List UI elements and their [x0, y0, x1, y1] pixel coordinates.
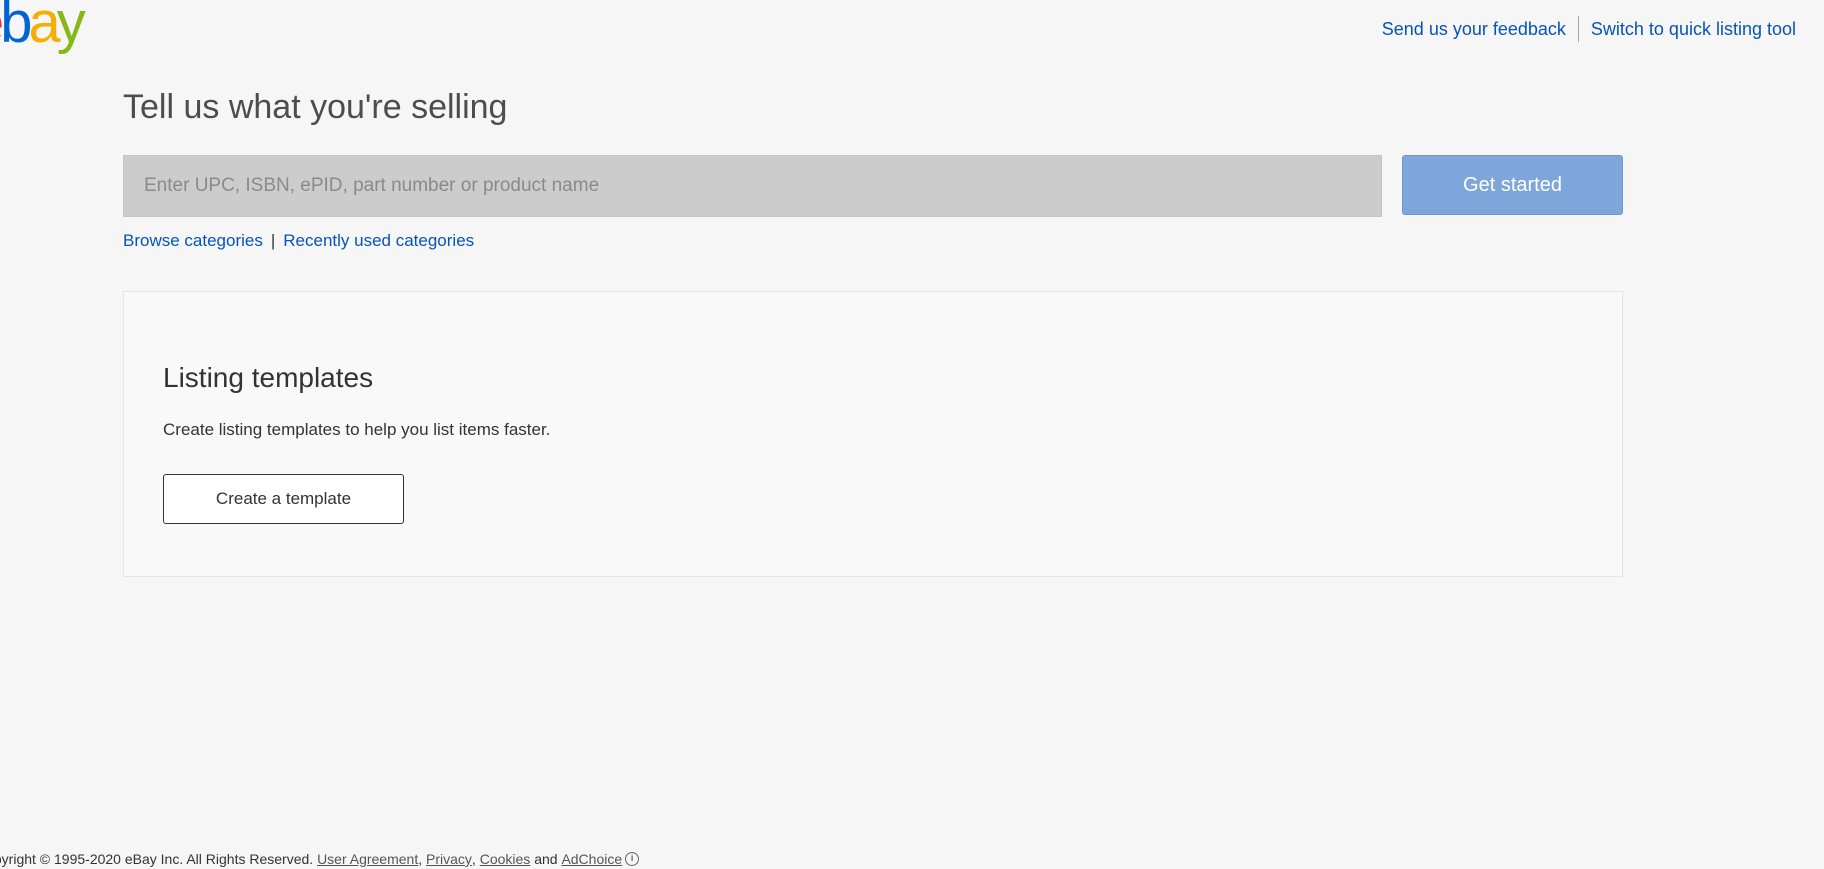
- footer: Copyright © 1995-2020 eBay Inc. All Righ…: [0, 851, 640, 867]
- quick-listing-link[interactable]: Switch to quick listing tool: [1591, 19, 1796, 40]
- feedback-link[interactable]: Send us your feedback: [1382, 19, 1566, 40]
- privacy-link[interactable]: Privacy: [426, 851, 472, 867]
- templates-description: Create listing templates to help you lis…: [163, 420, 551, 439]
- logo-letter-b: b: [0, 0, 32, 55]
- templates-heading: Listing templates: [163, 362, 374, 393]
- cookies-link[interactable]: Cookies: [480, 851, 531, 867]
- logo-letter-a: a: [28, 0, 61, 55]
- adchoice-link[interactable]: AdChoice: [561, 851, 622, 867]
- header-divider: [1577, 16, 1579, 42]
- page-title: Tell us what you're selling: [123, 88, 508, 126]
- user-agreement-link[interactable]: User Agreement: [317, 851, 418, 867]
- create-template-button[interactable]: Create a template: [163, 474, 404, 524]
- ebay-logo[interactable]: ebay: [0, 0, 86, 55]
- footer-copyright: Copyright © 1995-2020 eBay Inc. All Righ…: [0, 851, 314, 867]
- footer-and: and: [534, 851, 558, 867]
- main-content: Tell us what you're selling Get started …: [123, 88, 1623, 577]
- recently-used-categories-link[interactable]: Recently used categories: [283, 231, 474, 250]
- listing-templates-panel: Listing templates Create listing templat…: [123, 291, 1623, 577]
- category-separator: |: [270, 231, 276, 250]
- header-links: Send us your feedback Switch to quick li…: [1382, 16, 1796, 42]
- browse-categories-link[interactable]: Browse categories: [123, 231, 263, 250]
- product-search-input[interactable]: [123, 155, 1382, 217]
- adchoice-icon[interactable]: i: [625, 852, 640, 866]
- category-links: Browse categories | Recently used categori…: [123, 231, 1623, 251]
- footer-comma: ,: [418, 851, 423, 867]
- search-row: Get started: [123, 155, 1623, 217]
- footer-comma: ,: [471, 851, 476, 867]
- logo-letter-y: y: [56, 0, 86, 55]
- get-started-button[interactable]: Get started: [1402, 155, 1623, 215]
